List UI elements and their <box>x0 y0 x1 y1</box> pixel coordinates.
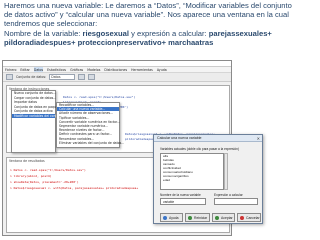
ok-button-label: Aceptar <box>221 216 233 220</box>
expression-input[interactable] <box>214 198 258 205</box>
menu-datos[interactable]: Datos <box>33 67 44 72</box>
menu-distribuciones[interactable]: Distribuciones <box>104 67 127 72</box>
cancel-icon <box>240 216 244 220</box>
menu-graficas[interactable]: Gráficas <box>70 67 83 72</box>
variables-list-caption: Variables actuales (doble clic para pasa… <box>160 147 239 151</box>
submenu-item-define-contrasts[interactable]: Definir contrastes para un factor... <box>57 132 119 136</box>
variables-listbox[interactable]: alfa bebidas cansado conflictividad cons… <box>160 153 224 190</box>
toolbar: Conjunto de datos: Datos <box>3 73 231 82</box>
menu-item-new-dataset[interactable]: Nuevo conjunto de datos... <box>12 91 56 96</box>
output-window-label: Ventana de resultados <box>9 159 45 163</box>
instruction-line-4-middle: y expresión a calcular: <box>128 28 209 38</box>
cancel-button[interactable]: Cancelar <box>237 213 261 222</box>
reset-button[interactable]: Reiniciar <box>185 213 210 222</box>
menu-ayuda[interactable]: Ayuda <box>157 67 167 72</box>
ok-button[interactable]: Aceptar <box>212 213 235 222</box>
dataset-label: Conjunto de datos: <box>16 75 47 79</box>
view-dataset-icon[interactable] <box>88 74 96 80</box>
output-line-3: > showData(Datos, placement='-20+200') <box>10 180 79 184</box>
variable-item[interactable]: edad <box>161 178 223 182</box>
ok-icon <box>215 216 219 220</box>
dialog-close-icon[interactable]: ✕ <box>257 136 260 141</box>
menu-fichero[interactable]: Fichero <box>5 67 16 72</box>
instruction-line-1: Haremos una nueva variable: Le daremos a… <box>4 1 292 10</box>
output-line-4: > Datos$riesgosexual <- with(Datos, pare… <box>10 186 139 190</box>
help-button-label: Ayuda <box>169 216 179 220</box>
submenu-item-add-obs-numbers[interactable]: Añadir número de observaciones... <box>57 111 119 115</box>
cancel-button-label: Cancelar <box>246 216 260 220</box>
script-line-1: Datos <- read.spss("C:/Users/Datos.sav") <box>63 95 136 99</box>
variable-name-highlight: riesgosexual <box>82 28 129 38</box>
r-logo-icon <box>6 74 13 80</box>
help-icon <box>163 216 167 220</box>
output-line-1: > Datos <- read.spss("C:/Users/Datos.sav… <box>10 168 86 172</box>
menu-editar[interactable]: Editar <box>20 67 29 72</box>
instruction-line-2: de datos activo” y “calcular una nueva v… <box>4 10 289 20</box>
compute-variable-dialog: Calcular una nueva variable ✕ Variables … <box>153 134 263 224</box>
menu-herramientas[interactable]: Herramientas <box>131 67 153 72</box>
modify-variables-submenu: Recodificar variables... Calcular una nu… <box>56 102 124 148</box>
expression-highlight-part2: pildoradiadespues+ proteccionpreservativ… <box>4 37 214 47</box>
dataset-selector[interactable]: Datos <box>49 74 76 80</box>
edit-dataset-icon[interactable] <box>78 74 86 80</box>
datos-dropdown-menu: Nuevo conjunto de datos... Cargar conjun… <box>11 90 88 153</box>
dialog-title: Calcular una nueva variable <box>154 135 262 142</box>
instruction-line-4-prefix: Nombre de la variable: <box>4 28 83 38</box>
expression-label: Expresión a calcular <box>214 193 243 197</box>
reset-button-label: Reiniciar <box>194 216 208 220</box>
submenu-item-delete-variables[interactable]: Eliminar variables del conjunto de datos… <box>57 141 124 145</box>
instructions-text: Haremos una nueva variable: Le daremos a… <box>4 1 318 47</box>
variables-scrollbar[interactable] <box>224 153 228 190</box>
help-button[interactable]: Ayuda <box>160 213 183 222</box>
menu-item-active-dataset[interactable]: Conjunto de datos activo <box>12 109 55 114</box>
new-variable-name-label: Nombre de la nueva variable <box>160 193 201 197</box>
new-variable-name-input[interactable]: variable <box>160 198 206 205</box>
instruction-line-3: tendremos que seleccionar: <box>4 19 98 29</box>
menu-estadisticos[interactable]: Estadísticos <box>47 67 66 72</box>
output-line-2: > library(abind, pos=4) <box>10 174 52 178</box>
reset-icon <box>188 216 192 220</box>
expression-highlight-part1: parejassexuales+ <box>208 28 272 38</box>
menu-item-modify-variables[interactable]: Modificar variables del conjunto de dato… <box>12 113 88 118</box>
instruction-line-4: Nombre de la variable: riesgosexual y ex… <box>4 29 318 38</box>
menu-modelos[interactable]: Modelos <box>87 67 100 72</box>
